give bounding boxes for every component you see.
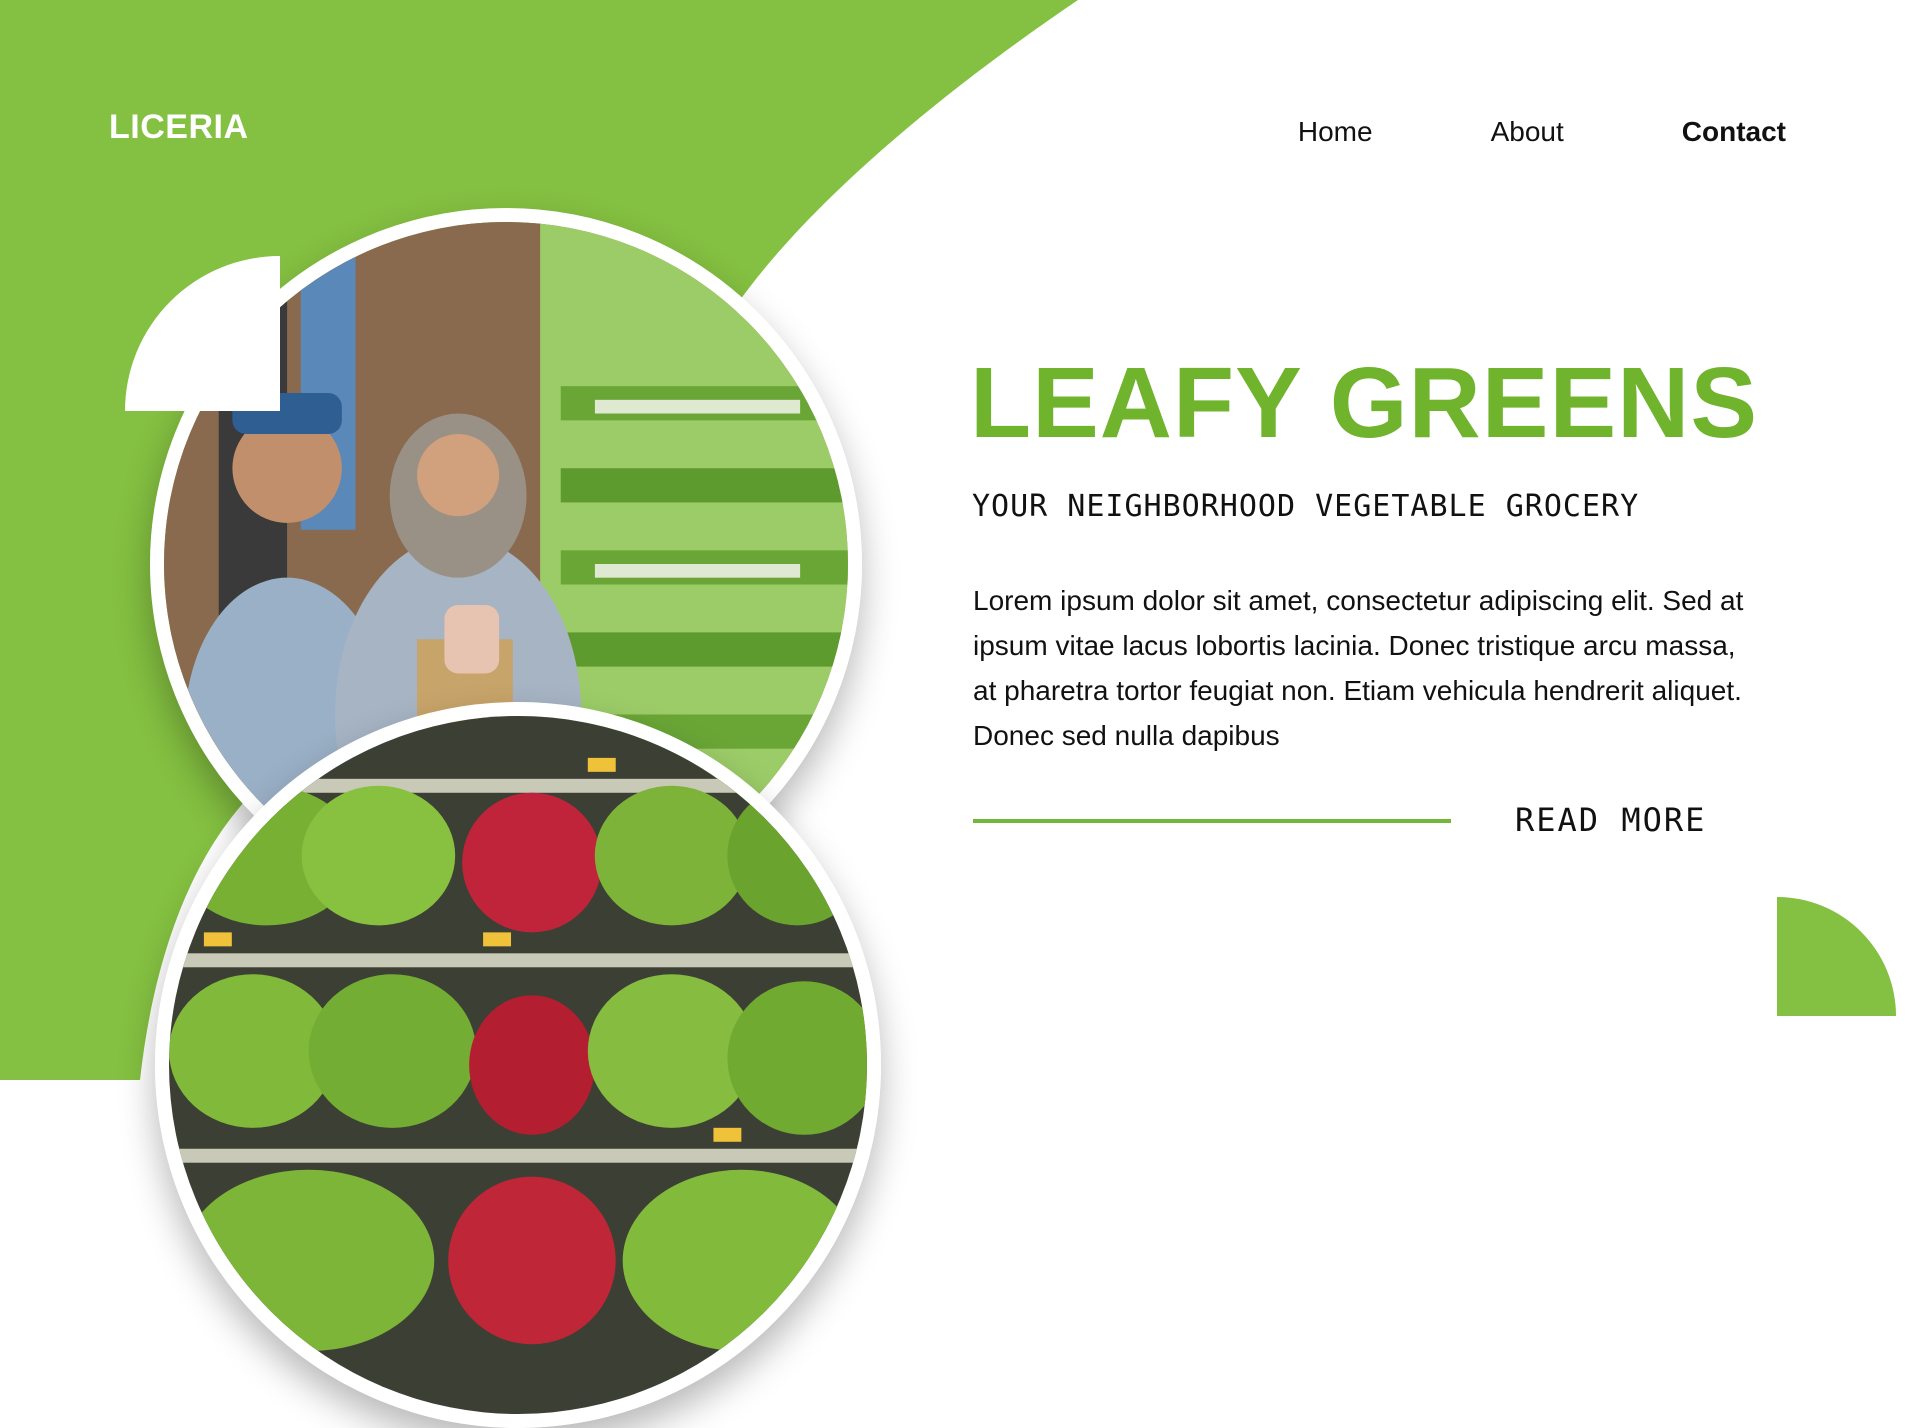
hero-subtitle: YOUR NEIGHBORHOOD VEGETABLE GROCERY	[972, 489, 1640, 524]
nav-about-link[interactable]: About	[1491, 116, 1564, 148]
read-more-button[interactable]: READ MORE	[1515, 801, 1706, 839]
produce-shelf-photo	[155, 702, 881, 1428]
main-nav: Home About Contact	[1298, 116, 1786, 148]
hero-headline: LEAFY GREENS	[970, 347, 1759, 459]
nav-home-link[interactable]: Home	[1298, 116, 1373, 148]
nav-contact-link[interactable]: Contact	[1682, 116, 1786, 148]
brand-logo[interactable]: LICERIA	[109, 108, 249, 147]
hero-body-text: Lorem ipsum dolor sit amet, consectetur …	[973, 585, 1744, 751]
read-more-divider	[973, 819, 1451, 823]
